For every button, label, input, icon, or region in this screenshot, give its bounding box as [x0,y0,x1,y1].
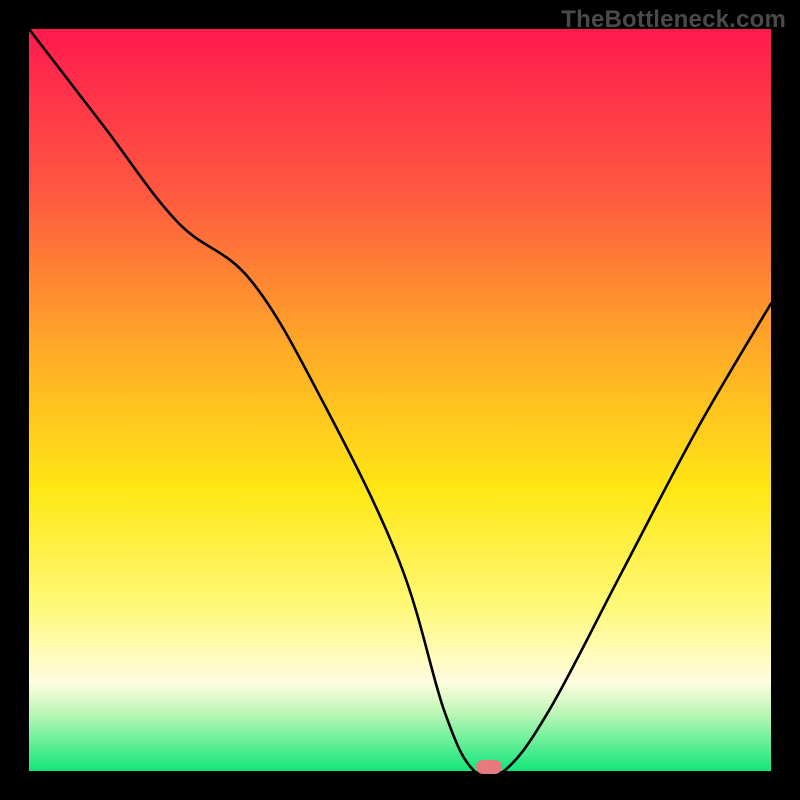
bottleneck-curve [29,29,771,771]
plot-area [29,29,771,771]
optimum-marker [476,760,502,774]
chart-canvas: TheBottleneck.com [0,0,800,800]
